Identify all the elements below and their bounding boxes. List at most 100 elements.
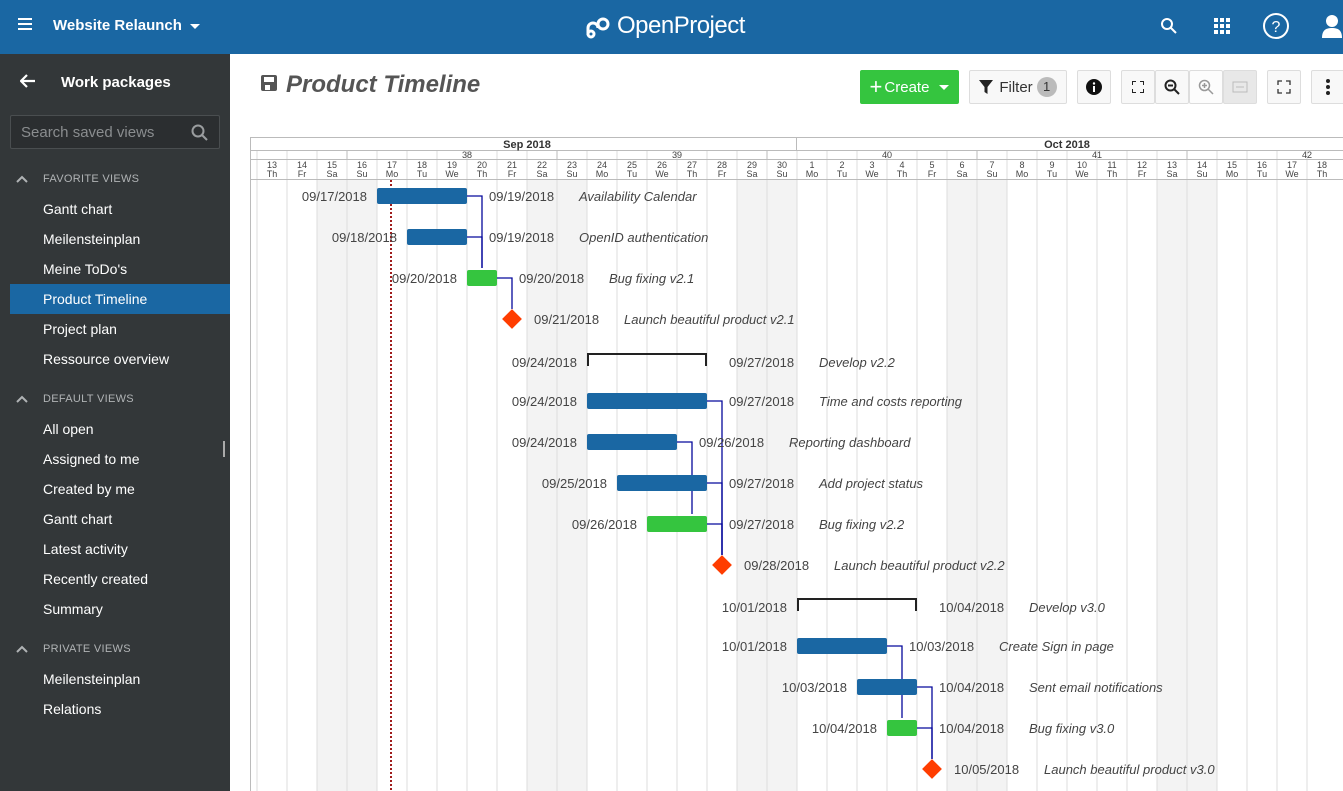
- month-label: Sep 2018: [503, 139, 551, 151]
- day-weekday: Sa: [326, 169, 337, 179]
- back-arrow-icon[interactable]: [20, 74, 36, 93]
- zoom-out-button[interactable]: [1155, 70, 1189, 104]
- zoom-in-icon: [1198, 79, 1214, 95]
- subject-label[interactable]: Launch beautiful product v2.1: [624, 312, 795, 327]
- start-date-label: 09/20/2018: [392, 271, 457, 286]
- logo-icon: [585, 13, 611, 39]
- fullscreen-button[interactable]: [1267, 70, 1301, 104]
- milestone-diamond: [922, 759, 942, 779]
- day-weekday: Sa: [746, 169, 757, 179]
- week-label: 38: [462, 150, 472, 160]
- search-saved-views[interactable]: [10, 115, 220, 149]
- sidebar-item[interactable]: Gantt chart: [10, 504, 230, 534]
- day-weekday: We: [865, 169, 878, 179]
- modules-grid-icon[interactable]: [1214, 18, 1230, 39]
- search-input[interactable]: [11, 116, 181, 149]
- subject-label[interactable]: Launch beautiful product v2.2: [834, 558, 1005, 573]
- sidebar-item[interactable]: Project plan: [10, 314, 230, 344]
- day-weekday: Tu: [417, 169, 427, 179]
- subject-label[interactable]: Availability Calendar: [578, 189, 697, 204]
- end-date-label: 09/21/2018: [534, 312, 599, 327]
- info-icon: [1086, 79, 1102, 95]
- task-bar: [587, 393, 707, 409]
- subject-label[interactable]: Add project status: [818, 476, 924, 491]
- subject-label[interactable]: Launch beautiful product v3.0: [1044, 762, 1215, 777]
- weekend-column: [347, 180, 377, 791]
- section-header[interactable]: FAVORITE VIEWS: [0, 164, 230, 194]
- day-weekday: We: [1075, 169, 1088, 179]
- project-selector[interactable]: Website Relaunch: [53, 17, 200, 34]
- day-weekday: Sa: [956, 169, 967, 179]
- sidebar-item[interactable]: Gantt chart: [10, 194, 230, 224]
- sidebar-item[interactable]: Meine ToDo's: [10, 254, 230, 284]
- relation-line: [917, 728, 932, 759]
- subject-label[interactable]: Develop v2.2: [819, 355, 896, 370]
- hamburger-icon[interactable]: [18, 18, 32, 30]
- zoom-auto-button[interactable]: [1121, 70, 1155, 104]
- sidebar-item[interactable]: Recently created: [10, 564, 230, 594]
- chevron-up-icon: [0, 642, 43, 656]
- search-icon[interactable]: [191, 124, 209, 147]
- subject-label[interactable]: Reporting dashboard: [789, 435, 911, 450]
- help-icon[interactable]: ?: [1262, 12, 1290, 45]
- week-label: 40: [882, 150, 892, 160]
- subject-label[interactable]: Develop v3.0: [1029, 600, 1106, 615]
- section-title: FAVORITE VIEWS: [43, 173, 139, 185]
- sidebar-item[interactable]: Meilensteinplan: [10, 664, 230, 694]
- user-icon[interactable]: [1322, 14, 1343, 43]
- create-button[interactable]: +Create: [860, 70, 959, 104]
- day-weekday: Su: [986, 169, 997, 179]
- sidebar-item[interactable]: All open: [10, 414, 230, 444]
- end-date-label: 10/04/2018: [939, 600, 1004, 615]
- sidebar-item[interactable]: Meilensteinplan: [10, 224, 230, 254]
- day-weekday: Tu: [1257, 169, 1267, 179]
- sidebar-item[interactable]: Assigned to me: [10, 444, 230, 474]
- sidebar-section: PRIVATE VIEWSMeilensteinplanRelations: [0, 634, 230, 724]
- zoom-in-button[interactable]: [1189, 70, 1223, 104]
- sidebar-resize-handle[interactable]: [223, 441, 225, 457]
- task-bar: [587, 434, 677, 450]
- sidebar-item[interactable]: Ressource overview: [10, 344, 230, 374]
- day-weekday: We: [655, 169, 668, 179]
- subject-label[interactable]: Time and costs reporting: [819, 394, 963, 409]
- fit-icon: [1132, 81, 1144, 93]
- more-actions-button[interactable]: [1311, 70, 1343, 104]
- start-date-label: 09/24/2018: [512, 394, 577, 409]
- subject-label[interactable]: Bug fixing v2.1: [609, 271, 694, 286]
- details-view-button[interactable]: [1077, 70, 1111, 104]
- sidebar-item[interactable]: Summary: [10, 594, 230, 624]
- section-header[interactable]: DEFAULT VIEWS: [0, 384, 230, 414]
- day-weekday: Su: [776, 169, 787, 179]
- day-weekday: Th: [897, 169, 908, 179]
- create-label: Create: [884, 79, 929, 96]
- top-header: Website Relaunch OpenProject ?: [0, 0, 1343, 54]
- end-date-label: 09/27/2018: [729, 394, 794, 409]
- day-weekday: Th: [687, 169, 698, 179]
- end-date-label: 10/05/2018: [954, 762, 1019, 777]
- day-weekday: Mo: [1226, 169, 1239, 179]
- subject-label[interactable]: Sent email notifications: [1029, 680, 1163, 695]
- bug-bar: [887, 720, 917, 736]
- subject-label[interactable]: OpenID authentication: [579, 230, 708, 245]
- filter-button[interactable]: Filter1: [969, 70, 1067, 104]
- day-weekday: Mo: [1016, 169, 1029, 179]
- weekend-column: [977, 180, 1007, 791]
- day-weekday: Tu: [1047, 169, 1057, 179]
- section-header[interactable]: PRIVATE VIEWS: [0, 634, 230, 664]
- relation-line: [917, 687, 932, 759]
- relation-line: [467, 237, 482, 268]
- sidebar-item[interactable]: Product Timeline: [10, 284, 230, 314]
- end-date-label: 10/04/2018: [939, 721, 1004, 736]
- subject-label[interactable]: Create Sign in page: [999, 639, 1114, 654]
- sidebar-item[interactable]: Latest activity: [10, 534, 230, 564]
- search-icon[interactable]: [1160, 17, 1178, 40]
- save-icon[interactable]: [260, 71, 278, 99]
- sidebar-item[interactable]: Created by me: [10, 474, 230, 504]
- sidebar-item[interactable]: Relations: [10, 694, 230, 724]
- toggle-labels-button[interactable]: [1223, 70, 1257, 104]
- subject-label[interactable]: Bug fixing v2.2: [819, 517, 905, 532]
- end-date-label: 09/28/2018: [744, 558, 809, 573]
- subject-label[interactable]: Bug fixing v3.0: [1029, 721, 1115, 736]
- openproject-logo[interactable]: OpenProject: [585, 12, 745, 40]
- day-weekday: Sa: [536, 169, 547, 179]
